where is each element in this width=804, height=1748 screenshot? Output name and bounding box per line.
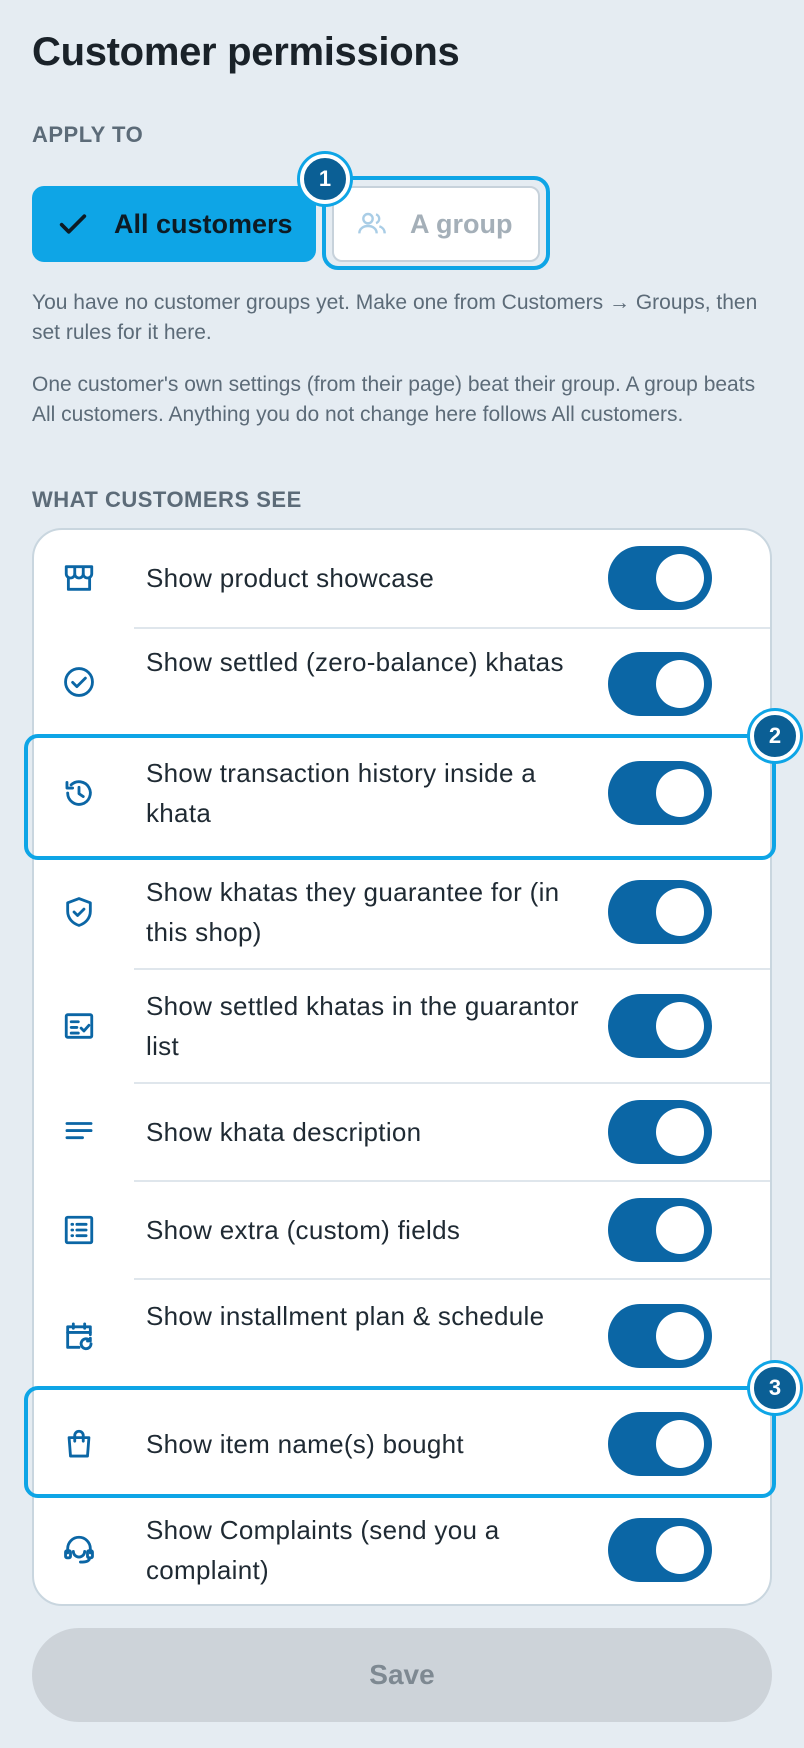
item-label: Show settled (zero-balance) khatas <box>146 647 564 677</box>
page-title: Customer permissions <box>32 30 460 74</box>
storefront-icon <box>62 561 96 595</box>
list-item: Show settled khatas in the guarantor lis… <box>32 970 772 1082</box>
support-agent-icon <box>62 1533 96 1567</box>
shield-check-icon <box>62 895 96 929</box>
list-item: Show extra (custom) fields <box>32 1182 772 1278</box>
show-guaranteed-khatas-toggle[interactable] <box>608 880 712 944</box>
toggle-knob <box>656 1526 704 1574</box>
list-item: Show product showcase <box>32 528 772 628</box>
list-icon <box>62 1213 96 1247</box>
list-item: Show settled (zero-balance) khatas <box>32 628 772 736</box>
check-circle-icon <box>62 665 96 699</box>
step-badge-2: 2 <box>750 711 800 761</box>
highlight-box-2 <box>24 734 776 860</box>
toggle-knob <box>656 660 704 708</box>
show-extra-fields-toggle[interactable] <box>608 1198 712 1262</box>
show-settled-guarantor-toggle[interactable] <box>608 994 712 1058</box>
step-badge-1: 1 <box>300 154 350 204</box>
precedence-help: One customer's own settings (from their … <box>32 373 756 426</box>
toggle-knob <box>656 554 704 602</box>
list-item: Show khata description <box>32 1084 772 1180</box>
a-group-option[interactable]: A group <box>332 186 540 262</box>
item-label: Show khata description <box>146 1117 422 1147</box>
list-item: Show khatas they guarantee for (in this … <box>32 856 772 968</box>
toggle-knob <box>656 1312 704 1360</box>
show-product-showcase-toggle[interactable] <box>608 546 712 610</box>
show-installment-plan-toggle[interactable] <box>608 1304 712 1368</box>
checkmark-icon <box>56 207 90 241</box>
toggle-knob <box>656 1002 704 1050</box>
save-button[interactable]: Save <box>32 1628 772 1722</box>
notes-icon <box>62 1115 96 1149</box>
list-item: Show Complaints (send you a complaint) <box>32 1494 772 1606</box>
show-settled-khatas-toggle[interactable] <box>608 652 712 716</box>
item-label: Show Complaints (send you a complaint) <box>146 1515 500 1585</box>
item-label: Show product showcase <box>146 563 435 593</box>
item-label: Show extra (custom) fields <box>146 1215 461 1245</box>
all-customers-option[interactable]: All customers <box>32 186 316 262</box>
item-label: Show settled khatas in the guarantor lis… <box>146 991 579 1061</box>
item-label: Show installment plan & schedule <box>146 1301 545 1331</box>
item-label: Show khatas they guarantee for (in this … <box>146 877 560 947</box>
no-groups-help: You have no customer groups yet. Make on… <box>32 291 758 344</box>
group-icon <box>356 208 388 240</box>
highlight-box-3 <box>24 1386 776 1498</box>
toggle-knob <box>656 1206 704 1254</box>
step-badge-3: 3 <box>750 1363 800 1413</box>
list-item: Show installment plan & schedule <box>32 1280 772 1392</box>
toggle-knob <box>656 1108 704 1156</box>
a-group-label: A group <box>410 208 513 239</box>
show-khata-description-toggle[interactable] <box>608 1100 712 1164</box>
calendar-repeat-icon <box>62 1319 96 1353</box>
what-customers-see-label: WHAT CUSTOMERS SEE <box>32 487 302 512</box>
checklist-icon <box>62 1009 96 1043</box>
permissions-screen: Customer permissions APPLY TO All custom… <box>0 0 804 1748</box>
show-complaints-toggle[interactable] <box>608 1518 712 1582</box>
all-customers-label: All customers <box>114 208 293 239</box>
toggle-knob <box>656 888 704 936</box>
apply-to-label: APPLY TO <box>32 122 144 147</box>
